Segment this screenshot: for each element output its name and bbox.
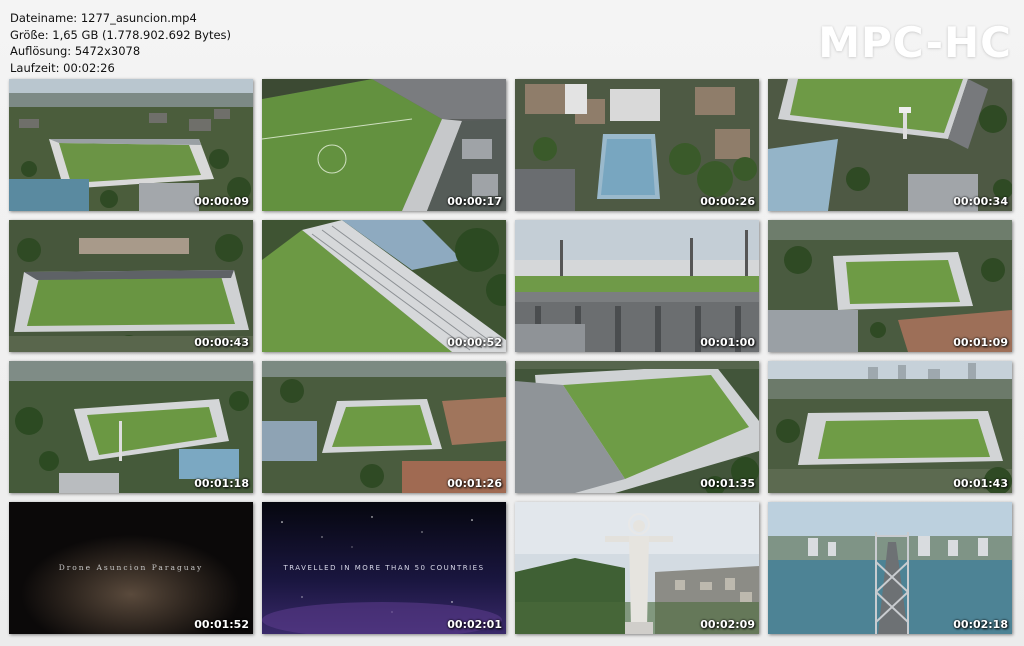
file-name: Dateiname: 1277_asuncion.mp4 [10, 11, 197, 25]
thumbnail-13[interactable]: Drone Asuncion Paraguay 00:01:52 [9, 502, 253, 634]
thumbnail-4[interactable]: 00:00:34 [768, 79, 1012, 211]
thumbnail-timestamp: 00:01:26 [447, 477, 502, 490]
thumb-image [262, 79, 506, 211]
thumbnail-timestamp: 00:01:18 [194, 477, 249, 490]
thumb-image [9, 79, 253, 211]
thumb-image [768, 361, 1012, 493]
thumbnail-timestamp: 00:00:09 [194, 195, 249, 208]
thumb-image [768, 220, 1012, 352]
thumb-image [9, 361, 253, 493]
video-subtitle-text: TRAVELLED IN MORE THAN 50 COUNTRIES [283, 564, 485, 572]
thumbnail-timestamp: 00:00:34 [953, 195, 1008, 208]
thumbnail-2[interactable]: 00:00:17 [262, 79, 506, 211]
thumbnail-7[interactable]: 00:01:00 [515, 220, 759, 352]
thumbnail-1[interactable]: 00:00:09 [9, 79, 253, 211]
video-title-text: Drone Asuncion Paraguay [58, 563, 204, 572]
thumbnail-5[interactable]: 00:00:43 [9, 220, 253, 352]
thumbnail-timestamp: 00:00:43 [194, 336, 249, 349]
thumbnail-12[interactable]: 00:01:43 [768, 361, 1012, 493]
thumbnail-timestamp: 00:01:00 [700, 336, 755, 349]
thumb-image [9, 220, 253, 352]
thumbnail-10[interactable]: 00:01:26 [262, 361, 506, 493]
thumbnail-grid: 00:00:09 00:00:17 00:00:26 00:00:34 00:0… [9, 79, 1012, 634]
thumb-image [515, 361, 759, 493]
thumb-image [515, 502, 759, 634]
thumbnail-timestamp: 00:02:01 [447, 618, 502, 631]
thumb-image [768, 502, 1012, 634]
file-info: Dateiname: 1277_asuncion.mp4 Größe: 1,65… [10, 10, 231, 76]
thumbnail-15[interactable]: 00:02:09 [515, 502, 759, 634]
file-duration: Laufzeit: 00:02:26 [10, 60, 115, 75]
file-resolution: Auflösung: 5472x3078 [10, 44, 141, 58]
mpc-hc-logo: MPC-HC [818, 18, 1012, 67]
thumb-image [768, 79, 1012, 211]
thumbnail-11[interactable]: 00:01:35 [515, 361, 759, 493]
thumbnail-timestamp: 00:01:35 [700, 477, 755, 490]
thumbnail-9[interactable]: 00:01:18 [9, 361, 253, 493]
thumbnail-6[interactable]: 00:00:52 [262, 220, 506, 352]
thumbnail-timestamp: 00:02:18 [953, 618, 1008, 631]
thumb-image [262, 361, 506, 493]
thumbnail-timestamp: 00:00:26 [700, 195, 755, 208]
thumb-image [515, 79, 759, 211]
thumbnail-8[interactable]: 00:01:09 [768, 220, 1012, 352]
thumbnail-timestamp: 00:01:09 [953, 336, 1008, 349]
thumbnail-timestamp: 00:00:17 [447, 195, 502, 208]
thumbnail-3[interactable]: 00:00:26 [515, 79, 759, 211]
thumbnail-timestamp: 00:01:52 [194, 618, 249, 631]
file-size: Größe: 1,65 GB (1.778.902.692 Bytes) [10, 27, 232, 42]
thumbnail-timestamp: 00:01:43 [953, 477, 1008, 490]
thumb-image [515, 220, 759, 352]
thumbnail-timestamp: 00:00:52 [447, 336, 502, 349]
thumbnail-timestamp: 00:02:09 [700, 618, 755, 631]
thumbnail-14[interactable]: TRAVELLED IN MORE THAN 50 COUNTRIES 00:0… [262, 502, 506, 634]
thumbnail-16[interactable]: 00:02:18 [768, 502, 1012, 634]
thumb-image [262, 220, 506, 352]
